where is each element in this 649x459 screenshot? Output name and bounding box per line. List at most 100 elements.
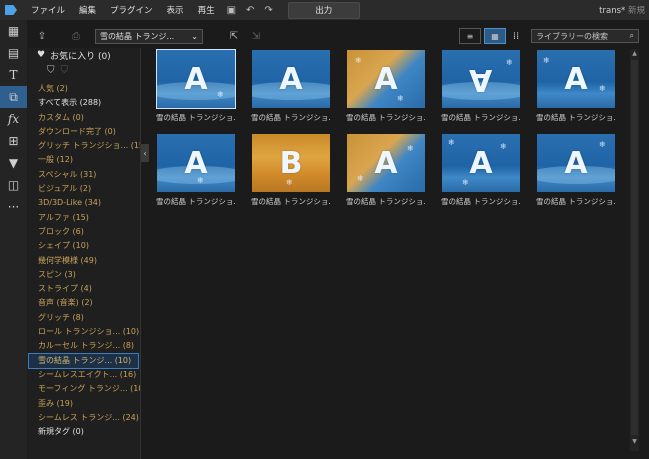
snowflake-icon: ❄ (397, 94, 404, 103)
thumbnail-glyph: A (184, 145, 208, 181)
favorites-item[interactable]: ♥ お気に入り (0) (27, 48, 140, 62)
category-item[interactable]: すべて表示 (288) (27, 96, 140, 110)
category-item[interactable]: 音声 (音楽) (2) (27, 296, 140, 310)
category-item[interactable]: アルファ (15) (27, 211, 140, 225)
category-item[interactable]: シームレスエイクト... (16) (27, 368, 140, 382)
effect-room-icon[interactable]: ▤ (0, 42, 27, 64)
template-room-icon[interactable]: ◫ (0, 174, 27, 196)
snowflake-icon: ❄ (217, 90, 224, 99)
category-item[interactable]: 3D/3D-Like (34) (27, 196, 140, 210)
category-item[interactable]: ビジュアル (2) (27, 182, 140, 196)
thumbnail-glyph: A (184, 61, 208, 97)
print-icon[interactable]: ⎙ (65, 27, 87, 45)
transition-thumbnail[interactable]: A ❄ ❄ (536, 49, 616, 109)
category-item[interactable]: ロール トランジショ... (10) (27, 325, 140, 339)
transition-thumbnail[interactable]: A ❄ (156, 49, 236, 109)
transition-grid: A ❄ 雪の結晶 トランジショ... A 雪の結晶 トランジショ... A ❄ … (156, 49, 626, 207)
transition-tile[interactable]: A ❄ ❄ 雪の結晶 トランジショ... (346, 49, 426, 123)
category-item[interactable]: カルーセル トランジ... (8) (27, 339, 140, 353)
transition-tile[interactable]: A ❄ ❄ ❄ 雪の結晶 トランジショ... (441, 133, 521, 207)
category-item[interactable]: 一般 (12) (27, 153, 140, 167)
category-item[interactable]: ブロック (6) (27, 225, 140, 239)
transition-tile[interactable]: B ❄ 雪の結晶 トランジショ... (251, 133, 331, 207)
category-item[interactable]: スペシャル (31) (27, 168, 140, 182)
transition-thumbnail[interactable]: A ❄ ❄ ❄ (441, 133, 521, 193)
project-name: trans* (599, 6, 626, 16)
category-item[interactable]: シェイプ (10) (27, 239, 140, 253)
fx-room-icon[interactable]: fx (0, 108, 27, 130)
save-icon[interactable]: ▣ (222, 5, 241, 16)
menu-playback[interactable]: 再生 (191, 4, 222, 16)
redo-icon[interactable]: ↷ (259, 5, 277, 16)
project-suffix: 新規 (627, 6, 645, 16)
import-icon[interactable]: ⇪ (31, 27, 53, 45)
apply-icon[interactable]: ⇱ (223, 27, 245, 45)
transition-tile[interactable]: A ❄ 雪の結晶 トランジショ... (156, 133, 236, 207)
scrollbar-thumb[interactable] (631, 60, 638, 435)
particle-room-icon[interactable]: ▼ (0, 152, 27, 174)
menu-view[interactable]: 表示 (160, 4, 191, 16)
thumbnail-size-icon[interactable]: ⁞⁞ (509, 27, 523, 45)
thumbnail-glyph: A (374, 61, 398, 97)
media-room-icon[interactable]: ▦ (0, 20, 27, 42)
view-controls: ≡ ▦ ⁞⁞ (459, 27, 523, 45)
thumbnail-glyph: B (279, 145, 303, 181)
snowflake-icon: ❄ (357, 174, 364, 183)
title-room-icon[interactable]: T (0, 64, 27, 86)
grid-view-icon[interactable]: ▦ (484, 28, 506, 44)
transition-thumbnail[interactable]: A ❄ (536, 133, 616, 193)
scroll-up-icon[interactable]: ▲ (630, 49, 639, 58)
category-item[interactable]: モーフィング トランジ... (10) (27, 382, 140, 396)
menu-edit[interactable]: 編集 (72, 4, 103, 16)
category-item[interactable]: スピン (3) (27, 268, 140, 282)
snowflake-icon: ❄ (543, 56, 550, 65)
category-dropdown[interactable]: 雪の結晶 トランジ... ⌄ (95, 28, 203, 44)
add-tag-icon[interactable]: ⛉ (47, 65, 55, 76)
transition-tile[interactable]: A ❄ 雪の結晶 トランジショ... (441, 49, 521, 123)
library-search[interactable]: ⌕ (531, 29, 639, 43)
transition-thumbnail[interactable]: A ❄ (156, 133, 236, 193)
category-item[interactable]: ストライプ (4) (27, 282, 140, 296)
transition-thumbnail[interactable]: B ❄ (251, 133, 331, 193)
menu-file[interactable]: ファイル (24, 4, 72, 16)
search-input[interactable] (536, 31, 630, 41)
category-item[interactable]: ダウンロード完了 (0) (27, 125, 140, 139)
output-button[interactable]: 出力 (287, 1, 360, 19)
snowflake-icon: ❄ (462, 178, 469, 187)
open-icon[interactable]: ⇲ (245, 27, 267, 45)
category-item[interactable]: 人気 (2) (27, 82, 140, 96)
category-list: 人気 (2) すべて表示 (288) カスタム (0) ダウンロード完了 (0)… (27, 82, 140, 439)
category-item[interactable]: 新規タグ (0) (27, 425, 140, 439)
transition-thumbnail[interactable]: A ❄ ❄ (346, 133, 426, 193)
scroll-down-icon[interactable]: ▼ (630, 437, 639, 446)
more-icon[interactable]: ··· (0, 196, 27, 218)
category-item[interactable]: 歪み (19) (27, 397, 140, 411)
category-item[interactable]: グリッチ (8) (27, 311, 140, 325)
transition-thumbnail[interactable]: A ❄ ❄ (346, 49, 426, 109)
remove-tag-icon[interactable]: ⛉ (61, 65, 69, 76)
heart-icon: ♥ (37, 50, 46, 60)
snowflake-icon: ❄ (506, 58, 513, 67)
transition-tile[interactable]: A ❄ ❄ 雪の結晶 トランジショ... (536, 49, 616, 123)
library-scrollbar[interactable]: ▲ ▼ (630, 49, 639, 451)
transition-tile[interactable]: A ❄ 雪の結晶 トランジショ... (156, 49, 236, 123)
category-item[interactable]: カスタム (0) (27, 111, 140, 125)
category-item[interactable]: グリッチ トランジショ... (15) (27, 139, 140, 153)
snowflake-icon: ❄ (355, 56, 362, 65)
transition-thumbnail[interactable]: A ❄ (441, 49, 521, 109)
collapse-sidebar-button[interactable]: ‹ (141, 144, 149, 162)
menu-plugins[interactable]: プラグイン (103, 4, 160, 16)
transition-thumbnail[interactable]: A (251, 49, 331, 109)
thumbnail-glyph: A (564, 145, 588, 181)
transition-room-icon[interactable]: ⧉ (0, 86, 27, 108)
list-view-icon[interactable]: ≡ (459, 28, 481, 44)
pip-room-icon[interactable]: ⊞ (0, 130, 27, 152)
category-item[interactable]: シームレス トランジ... (24) (27, 411, 140, 425)
category-item[interactable]: 幾何学模様 (49) (27, 254, 140, 268)
transition-tile[interactable]: A ❄ 雪の結晶 トランジショ... (536, 133, 616, 207)
transition-tile[interactable]: A 雪の結晶 トランジショ... (251, 49, 331, 123)
category-item-selected[interactable]: 雪の結晶 トランジ... (10) (28, 352, 139, 369)
undo-icon[interactable]: ↶ (241, 5, 259, 16)
chevron-left-icon: ‹ (143, 148, 147, 158)
transition-tile[interactable]: A ❄ ❄ 雪の結晶 トランジショ... (346, 133, 426, 207)
